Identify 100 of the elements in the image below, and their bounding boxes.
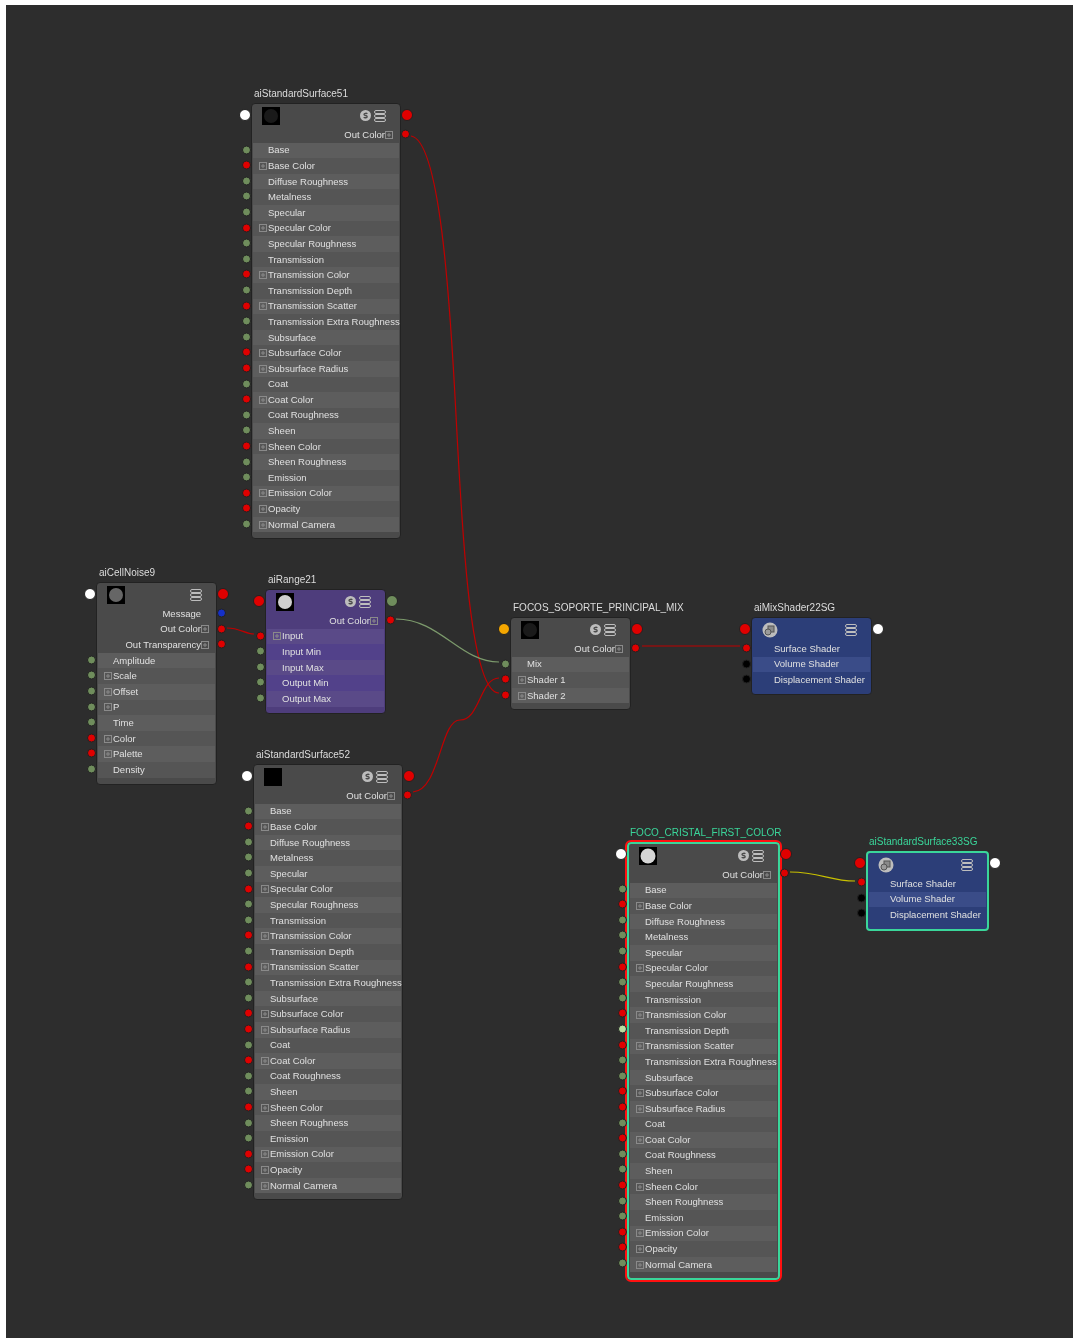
attribute-list-icon[interactable]	[752, 849, 764, 862]
attribute-row[interactable]: Transmission Extra Roughness	[253, 314, 399, 330]
attribute-row[interactable]: Scale	[98, 668, 215, 684]
attribute-row[interactable]: Emission	[255, 1131, 401, 1147]
expand-icon[interactable]	[636, 1104, 644, 1113]
attribute-list-icon[interactable]	[961, 858, 973, 871]
attribute-row[interactable]: Base Color	[255, 819, 401, 835]
attribute-row[interactable]: Specular Roughness	[253, 236, 399, 252]
expand-icon[interactable]	[259, 395, 267, 404]
expand-icon[interactable]	[259, 162, 267, 170]
expand-icon[interactable]	[636, 964, 644, 973]
attribute-row[interactable]: Sheen	[630, 1163, 777, 1179]
expand-icon[interactable]	[636, 1245, 644, 1254]
expand-icon[interactable]	[636, 1135, 644, 1144]
expand-icon[interactable]	[259, 520, 267, 529]
attribute-row[interactable]: Specular Roughness	[630, 976, 777, 992]
expand-icon[interactable]	[636, 1011, 644, 1020]
attribute-row[interactable]: Emission	[630, 1210, 777, 1226]
attribute-row[interactable]: Coat Color	[253, 392, 399, 408]
node-panel[interactable]: Surface Shader Volume Shader Displacement Shader	[751, 617, 872, 695]
expand-icon[interactable]	[636, 1260, 644, 1269]
expand-icon[interactable]	[261, 1010, 269, 1019]
expand-icon[interactable]	[104, 734, 112, 743]
attribute-row[interactable]: Transmission Color	[630, 1007, 777, 1023]
swatch-toggle-icon[interactable]	[738, 850, 749, 861]
connection-port[interactable]	[872, 622, 884, 635]
attribute-row[interactable]: Subsurface Color	[630, 1085, 777, 1101]
node-panel[interactable]: Message Out Color Out Transparency Amplitude Scale Offset P Time Color Palette Density	[96, 582, 217, 785]
attribute-list-icon[interactable]	[376, 770, 388, 783]
expand-icon[interactable]	[385, 130, 393, 139]
swatch-toggle-icon[interactable]	[345, 596, 356, 607]
attribute-row[interactable]: Specular Roughness	[255, 897, 401, 913]
attribute-row[interactable]: Subsurface Color	[255, 1006, 401, 1022]
expand-icon[interactable]	[273, 632, 281, 641]
attribute-row[interactable]: Coat Color	[255, 1053, 401, 1069]
expand-icon[interactable]	[104, 672, 112, 681]
expand-icon[interactable]	[370, 616, 378, 625]
connection-port[interactable]	[989, 856, 1001, 869]
expand-icon[interactable]	[261, 932, 269, 941]
swatch-toggle-icon[interactable]	[360, 110, 371, 121]
attribute-row[interactable]: Transmission Extra Roughness	[255, 975, 401, 991]
attribute-row[interactable]: Transmission Color	[253, 267, 399, 283]
expand-icon[interactable]	[201, 641, 209, 649]
attribute-row[interactable]: Input Min	[267, 644, 384, 660]
node-panel[interactable]: Surface Shader Volume Shader Displacement Shader	[866, 851, 989, 931]
expand-icon[interactable]	[261, 1181, 269, 1190]
expand-icon[interactable]	[763, 870, 771, 879]
attribute-row[interactable]: Base Color	[630, 898, 777, 914]
attribute-row[interactable]: Subsurface Color	[253, 345, 399, 361]
expand-icon[interactable]	[636, 1042, 644, 1051]
attribute-list-icon[interactable]	[845, 623, 857, 636]
attribute-row[interactable]: Coat Color	[630, 1132, 777, 1148]
expand-icon[interactable]	[636, 902, 644, 910]
attribute-row[interactable]: Opacity	[255, 1162, 401, 1178]
expand-icon[interactable]	[261, 823, 269, 831]
expand-icon[interactable]	[259, 271, 267, 280]
expand-icon[interactable]	[261, 1056, 269, 1065]
expand-icon[interactable]	[104, 703, 112, 712]
attribute-list-icon[interactable]	[374, 109, 386, 122]
expand-icon[interactable]	[104, 750, 112, 759]
node-panel[interactable]	[253, 764, 403, 1201]
expand-icon[interactable]	[259, 302, 267, 311]
expand-icon[interactable]	[201, 625, 209, 634]
node-panel[interactable]: Out Color Mix Shader 1 Shader 2	[510, 617, 631, 711]
expand-icon[interactable]	[518, 676, 526, 684]
swatch-toggle-icon[interactable]	[362, 771, 373, 782]
attribute-row[interactable]: Opacity	[630, 1241, 777, 1257]
connection-port[interactable]	[615, 847, 627, 860]
expand-icon[interactable]	[259, 489, 267, 498]
attribute-row[interactable]: Metalness	[253, 189, 399, 205]
attribute-row[interactable]: Transmission Color	[255, 928, 401, 944]
expand-icon[interactable]	[261, 1025, 269, 1034]
expand-icon[interactable]	[104, 687, 112, 696]
attribute-row[interactable]: Sheen Roughness	[255, 1115, 401, 1132]
attribute-row[interactable]: Palette	[98, 746, 215, 762]
connection-port[interactable]	[241, 769, 253, 782]
expand-icon[interactable]	[261, 885, 269, 894]
attribute-row[interactable]: Opacity	[253, 501, 399, 517]
attribute-list-icon[interactable]	[604, 623, 616, 636]
expand-icon[interactable]	[261, 1166, 269, 1175]
expand-icon[interactable]	[259, 364, 267, 373]
attribute-row[interactable]: Sheen	[253, 423, 399, 439]
expand-icon[interactable]	[261, 963, 269, 972]
attribute-row[interactable]: Sheen Roughness	[253, 454, 399, 471]
expand-icon[interactable]	[259, 349, 267, 358]
attribute-row[interactable]: Sheen	[255, 1084, 401, 1100]
expand-icon[interactable]	[261, 1103, 269, 1112]
attribute-row[interactable]: Transmission Extra Roughness	[630, 1054, 777, 1070]
connection-port[interactable]	[498, 622, 510, 635]
attribute-row[interactable]: Metalness	[630, 929, 777, 945]
node-panel[interactable]	[627, 842, 780, 1281]
node-panel[interactable]: Out Color Input Input Min Input Max Output Min Output Max	[265, 589, 386, 714]
attribute-row[interactable]: Emission	[253, 470, 399, 486]
expand-icon[interactable]	[615, 644, 623, 653]
connection-port[interactable]	[84, 587, 96, 600]
expand-icon[interactable]	[259, 505, 267, 514]
connection-wire[interactable]	[395, 618, 500, 663]
attribute-row[interactable]: Output Min	[267, 675, 384, 691]
expand-icon[interactable]	[636, 1229, 644, 1238]
expand-icon[interactable]	[636, 1089, 644, 1098]
